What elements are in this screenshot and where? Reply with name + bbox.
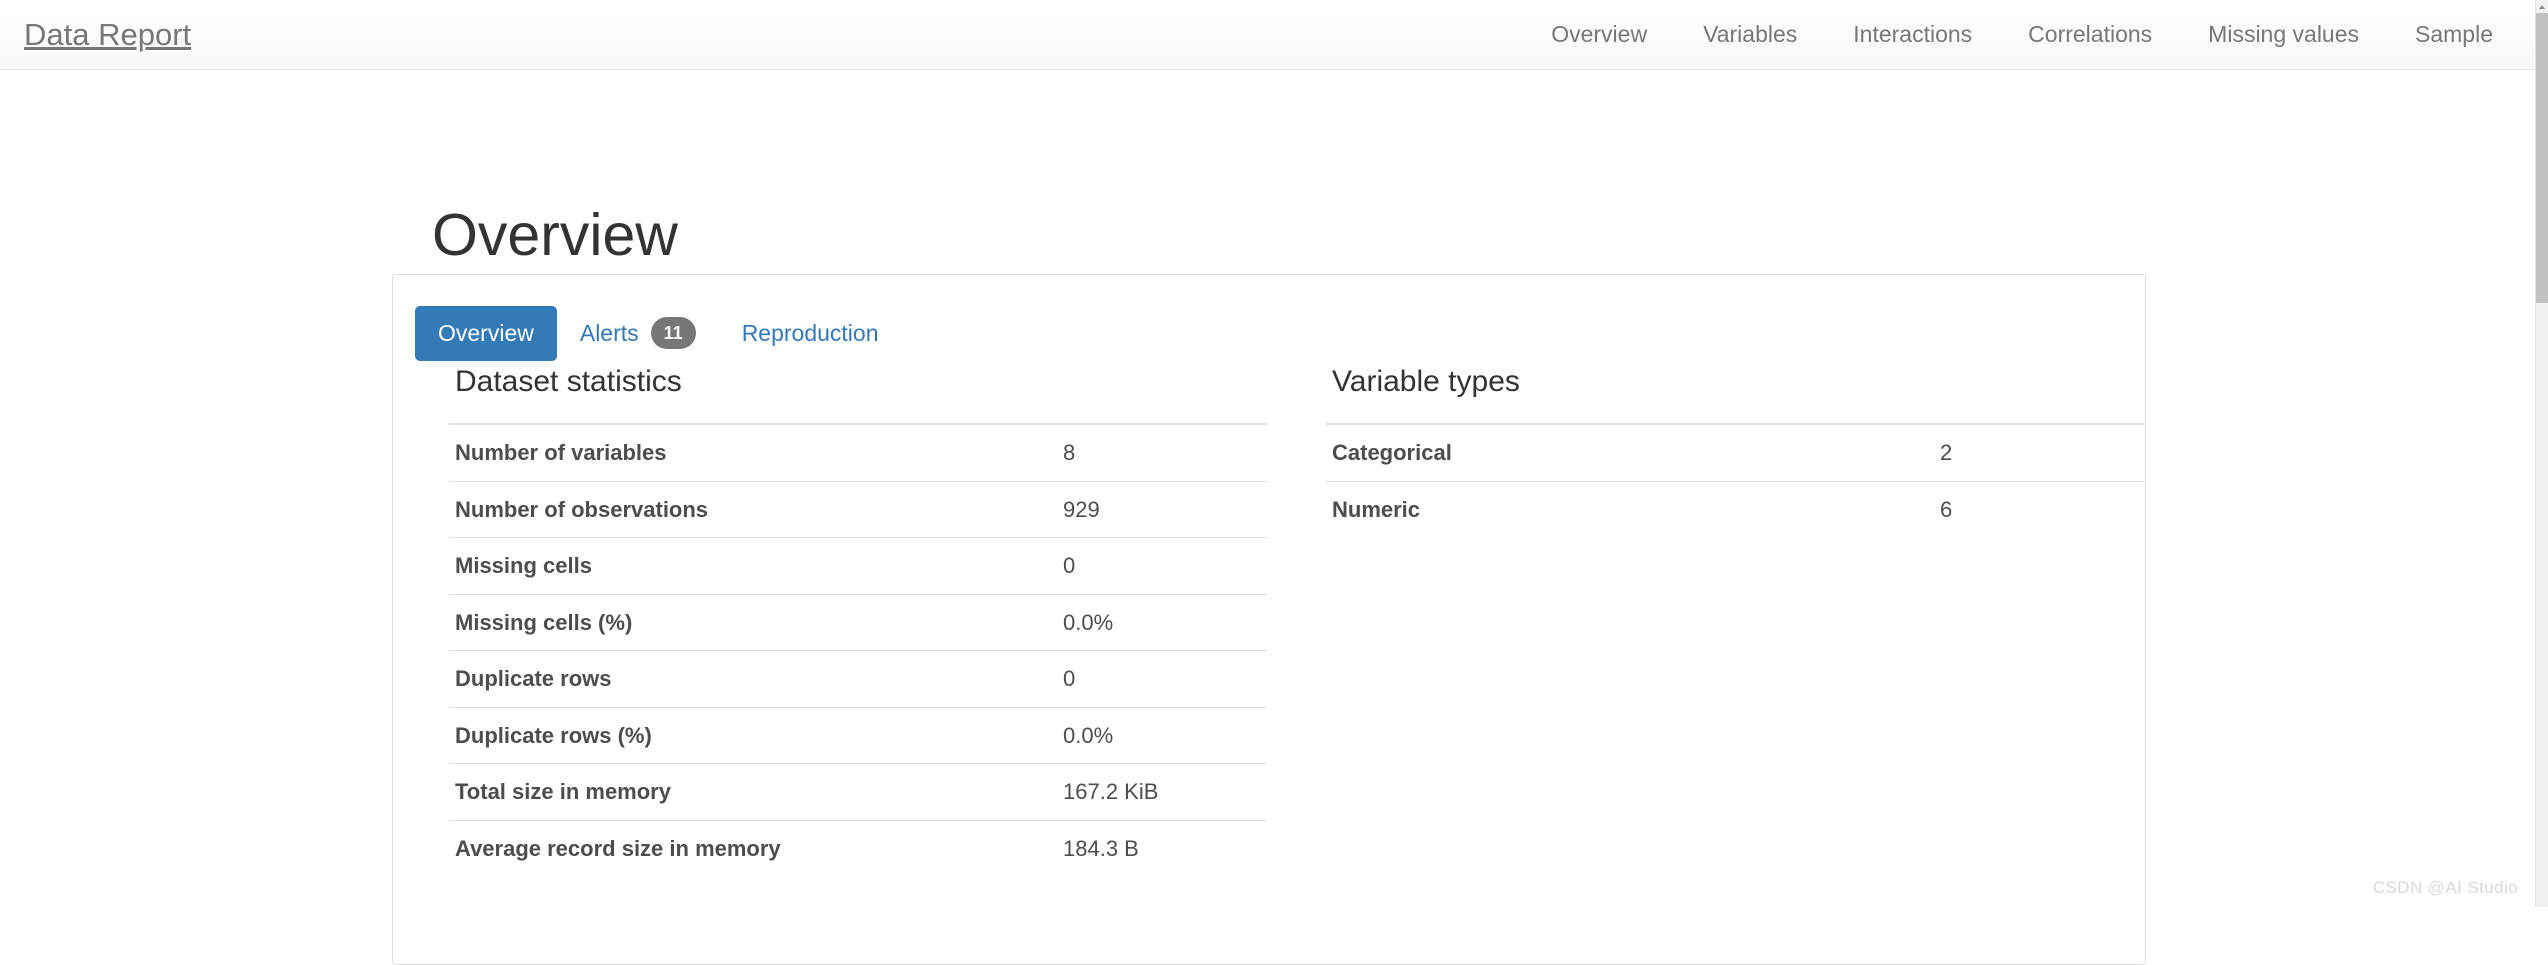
page-title: Overview (432, 206, 678, 265)
stat-key: Total size in memory (449, 764, 1049, 821)
table-row: Missing cells (%) 0.0% (449, 594, 1267, 651)
stat-value: 184.3 B (1049, 820, 1267, 876)
table-row: Duplicate rows 0 (449, 651, 1267, 708)
nav-link-variables[interactable]: Variables (1675, 23, 1825, 46)
tab-reproduction-label: Reproduction (742, 322, 879, 345)
card-panels: Dataset statistics Number of variables 8… (393, 367, 2145, 876)
stat-key: Number of variables (449, 424, 1049, 481)
stat-key: Duplicate rows (449, 651, 1049, 708)
stat-value: 0 (1049, 538, 1267, 595)
watermark: CSDN @AI Studio (2373, 878, 2518, 898)
navbar-links: Overview Variables Interactions Correlat… (1523, 23, 2535, 46)
stat-key: Numeric (1326, 481, 1926, 537)
stat-value: 0 (1049, 651, 1267, 708)
nav-link-interactions[interactable]: Interactions (1825, 23, 2000, 46)
stat-key: Average record size in memory (449, 820, 1049, 876)
panel-title-variable-types: Variable types (1332, 367, 2091, 397)
nav-link-sample[interactable]: Sample (2387, 23, 2521, 46)
stat-value: 2 (1926, 424, 2144, 481)
stat-key: Duplicate rows (%) (449, 707, 1049, 764)
dataset-statistics-table: Number of variables 8 Number of observat… (449, 423, 1267, 876)
table-row: Missing cells 0 (449, 538, 1267, 595)
tab-overview-label: Overview (438, 322, 534, 345)
scroll-up-arrow-icon[interactable] (2536, 0, 2548, 13)
stat-value: 0.0% (1049, 707, 1267, 764)
stat-value: 8 (1049, 424, 1267, 481)
panel-title-dataset-statistics: Dataset statistics (455, 367, 1214, 397)
table-row: Number of variables 8 (449, 424, 1267, 481)
tab-alerts[interactable]: Alerts 11 (557, 301, 719, 365)
stat-value: 167.2 KiB (1049, 764, 1267, 821)
card-tabs: Overview Alerts 11 Reproduction (415, 301, 902, 365)
stat-key: Missing cells (449, 538, 1049, 595)
tab-overview[interactable]: Overview (415, 306, 557, 361)
table-row: Duplicate rows (%) 0.0% (449, 707, 1267, 764)
stat-value: 6 (1926, 481, 2144, 537)
stat-key: Number of observations (449, 481, 1049, 538)
brand-link[interactable]: Data Report (0, 19, 191, 50)
nav-link-correlations[interactable]: Correlations (2000, 23, 2180, 46)
nav-link-missing-values[interactable]: Missing values (2180, 23, 2387, 46)
stat-value: 929 (1049, 481, 1267, 538)
stat-key: Missing cells (%) (449, 594, 1049, 651)
table-row: Categorical 2 (1326, 424, 2144, 481)
table-row: Average record size in memory 184.3 B (449, 820, 1267, 876)
tab-reproduction[interactable]: Reproduction (719, 306, 902, 361)
panel-variable-types: Variable types Categorical 2 Numeric 6 (1270, 367, 2147, 876)
table-row: Numeric 6 (1326, 481, 2144, 537)
page-content: Overview Overview Alerts 11 Reproduction… (0, 70, 2535, 907)
vertical-scrollbar[interactable] (2535, 0, 2548, 907)
scrollbar-thumb[interactable] (2536, 13, 2548, 303)
table-row: Total size in memory 167.2 KiB (449, 764, 1267, 821)
nav-link-overview[interactable]: Overview (1523, 23, 1675, 46)
table-row: Number of observations 929 (449, 481, 1267, 538)
stat-key: Categorical (1326, 424, 1926, 481)
panel-dataset-statistics: Dataset statistics Number of variables 8… (393, 367, 1270, 876)
overview-card: Overview Alerts 11 Reproduction Dataset … (392, 274, 2146, 965)
top-navbar: Data Report Overview Variables Interacti… (0, 0, 2535, 70)
alerts-count-badge: 11 (651, 317, 696, 349)
variable-types-table: Categorical 2 Numeric 6 (1326, 423, 2144, 537)
stat-value: 0.0% (1049, 594, 1267, 651)
tab-alerts-label: Alerts (580, 322, 639, 345)
